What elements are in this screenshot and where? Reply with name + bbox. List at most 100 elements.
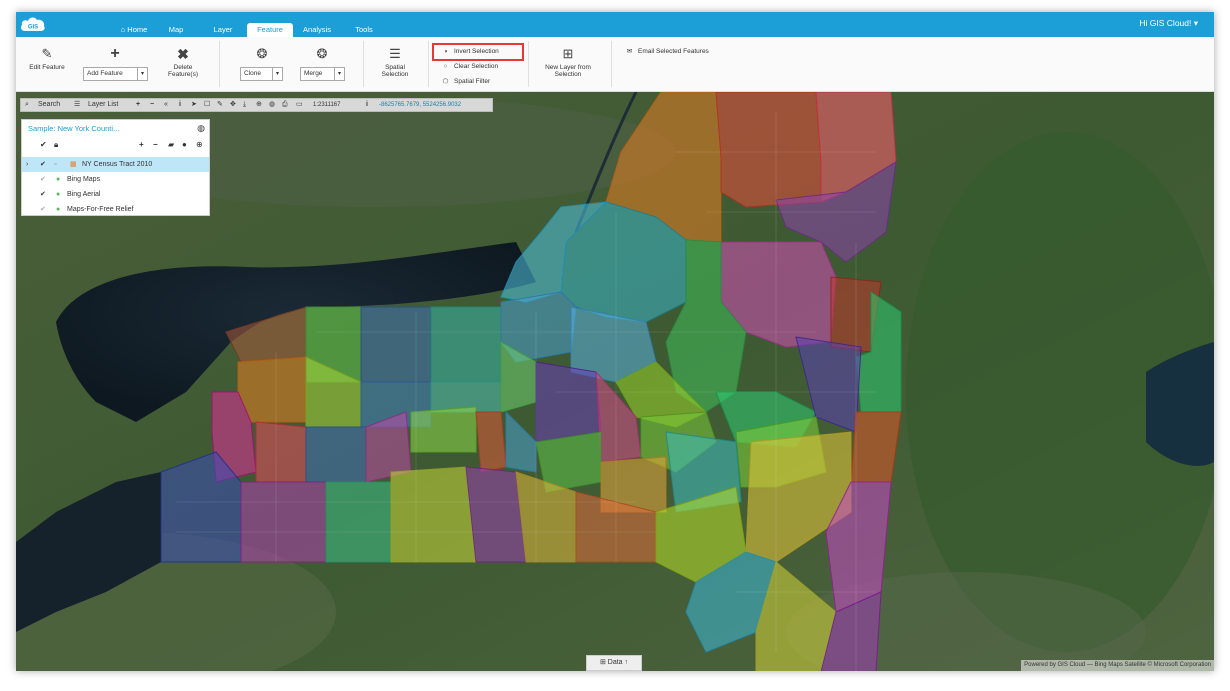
- new-layer-label-2: Selection: [554, 71, 582, 78]
- lock-icon[interactable]: ▫: [54, 157, 56, 172]
- tab-tools-label: Tools: [355, 25, 373, 34]
- measure-icon[interactable]: ✎: [217, 99, 223, 111]
- chevron-right-icon[interactable]: ›: [26, 157, 28, 172]
- clear-selection-button[interactable]: ○ Clear Selection: [440, 61, 499, 73]
- scale-readout: 1:2311167: [313, 102, 341, 108]
- pan-icon[interactable]: ✥: [230, 99, 236, 111]
- delete-feature-button[interactable]: ✖ Delete Feature(s): [160, 47, 206, 78]
- clone-icon-button[interactable]: ❂: [249, 47, 275, 64]
- print-icon[interactable]: ⎙: [282, 99, 288, 111]
- user-icon[interactable]: ●: [182, 140, 187, 149]
- box-select-icon[interactable]: ☐: [204, 99, 210, 111]
- zoom-search-icon[interactable]: ⊕: [256, 99, 262, 111]
- user-menu[interactable]: Hi GIS Cloud! ▾: [1139, 18, 1198, 29]
- tab-home-label: Home: [127, 25, 148, 34]
- divider: [611, 41, 612, 87]
- layer-name: NY Census Tract 2010: [82, 161, 153, 168]
- spatial-filter-button[interactable]: ⬠ Spatial Filter: [440, 76, 490, 88]
- tab-feature[interactable]: Feature: [247, 23, 293, 37]
- server-icon: ☰: [389, 46, 401, 61]
- layer-row-bing-maps[interactable]: ✔ ● Bing Maps: [22, 172, 209, 187]
- tab-layer[interactable]: Layer: [206, 23, 240, 37]
- logo-text: GIS: [28, 25, 38, 31]
- tab-map[interactable]: Map: [161, 23, 191, 37]
- globe-icon[interactable]: ◍: [269, 99, 275, 111]
- list-icon[interactable]: ☰: [74, 99, 80, 111]
- gis-cloud-logo[interactable]: GIS: [20, 15, 46, 32]
- app-window: GIS ⌂ Home Map Layer Feature Analysis To…: [16, 12, 1214, 671]
- checkbox-icon[interactable]: ✔: [40, 202, 46, 217]
- edit-feature-button[interactable]: ✎ Edit Feature: [22, 46, 72, 72]
- add-feature-icon-button[interactable]: +: [102, 45, 128, 64]
- coords-info-icon[interactable]: i: [366, 99, 368, 111]
- pentagon-icon: ⬠: [442, 78, 449, 85]
- download-icon[interactable]: ⤓: [243, 99, 246, 111]
- layer-row-ny-census-tract[interactable]: › ✔ ▫ ▦ NY Census Tract 2010: [22, 157, 209, 172]
- tab-tools[interactable]: Tools: [350, 23, 378, 37]
- basemap-dot-icon: ●: [56, 191, 61, 198]
- zoom-out-icon[interactable]: −: [150, 99, 154, 111]
- zoom-in-icon[interactable]: +: [136, 99, 140, 111]
- circle-icon: ○: [443, 63, 448, 70]
- checkbox-icon[interactable]: ✔: [40, 157, 46, 172]
- divider: [428, 41, 429, 87]
- feature-toolbar: ✎ Edit Feature + Add Feature ▾ ✖ Delete …: [16, 37, 1214, 92]
- layer-row-maps-for-free[interactable]: ✔ ● Maps-For-Free Relief: [22, 202, 209, 217]
- scalebar-icon[interactable]: ▭: [296, 99, 303, 111]
- map-attribution: Powered by GIS Cloud — Bing Maps Satelli…: [1021, 660, 1214, 671]
- email-selected-features-button[interactable]: ✉ Email Selected Features: [624, 46, 709, 58]
- plus-square-icon: ⊞: [562, 46, 574, 61]
- coordinate-readout: -8625765.7679, 5524256.9032: [379, 102, 462, 108]
- folder-icon[interactable]: ▰: [168, 140, 174, 149]
- spatial-selection-label-2: Selection: [381, 71, 409, 78]
- layer-row-bing-aerial[interactable]: ✔ ● Bing Aerial: [22, 187, 209, 202]
- clone-label: Clone: [244, 70, 261, 77]
- project-title[interactable]: Sample: New York Counti...: [28, 124, 119, 133]
- chevron-down-icon: ▾: [272, 68, 282, 80]
- edit-feature-label: Edit Feature: [29, 64, 65, 71]
- tab-home[interactable]: ⌂ Home: [114, 23, 154, 37]
- lock-icon[interactable]: 🔒︎: [54, 140, 58, 150]
- layer-list-button[interactable]: Layer List: [88, 99, 118, 111]
- tab-analysis-label: Analysis: [303, 25, 331, 34]
- edit-icon: ✎: [41, 46, 53, 61]
- email-selected-label: Email Selected Features: [638, 48, 709, 55]
- layer-name: Bing Maps: [67, 176, 101, 183]
- plus-icon: +: [110, 45, 120, 62]
- data-panel-toggle[interactable]: ⊞ Data ↑: [586, 655, 642, 671]
- checkbox-icon[interactable]: ✔: [40, 187, 46, 202]
- map-toolbar: ⌕ Search ☰ Layer List + − « i ➤ ☐ ✎ ✥ ⤓ …: [20, 98, 493, 112]
- check-all-icon[interactable]: ✔: [40, 140, 47, 149]
- clone-dropdown[interactable]: Clone ▾: [240, 67, 283, 81]
- merge-icon-button[interactable]: ❂: [309, 47, 335, 64]
- tab-map-label: Map: [168, 25, 184, 34]
- divider: [363, 41, 364, 87]
- spatial-filter-label: Spatial Filter: [454, 78, 491, 85]
- spatial-selection-button[interactable]: ☰ Spatial Selection: [372, 46, 418, 79]
- add-feature-dropdown[interactable]: Add Feature ▾: [83, 67, 148, 81]
- search-button[interactable]: Search: [38, 99, 60, 111]
- tab-feature-label: Feature: [257, 25, 283, 34]
- layer-name: Maps-For-Free Relief: [67, 206, 134, 213]
- basemap-dot-icon: ●: [56, 206, 61, 213]
- zoom-layer-icon[interactable]: ⊕: [196, 140, 203, 149]
- top-navbar: GIS ⌂ Home Map Layer Feature Analysis To…: [16, 12, 1214, 37]
- pointer-icon[interactable]: ➤: [191, 99, 197, 111]
- arrow-up-icon: ↑: [624, 659, 629, 666]
- back-icon[interactable]: «: [164, 99, 168, 111]
- tab-layer-label: Layer: [213, 25, 233, 34]
- remove-layer-icon[interactable]: −: [153, 140, 158, 149]
- basemap-dot-icon: ●: [56, 176, 61, 183]
- envelope-icon: ✉: [626, 48, 633, 55]
- tab-analysis[interactable]: Analysis: [297, 23, 337, 37]
- highlight-box: [432, 43, 524, 61]
- delete-feature-label-2: Feature(s): [168, 71, 198, 78]
- search-icon[interactable]: ⌕: [25, 99, 29, 111]
- add-layer-icon[interactable]: +: [139, 140, 144, 149]
- add-feature-label: Add Feature: [87, 70, 123, 77]
- merge-dropdown[interactable]: Merge ▾: [300, 67, 345, 81]
- info-icon[interactable]: i: [179, 99, 181, 111]
- globe-icon[interactable]: ◍: [197, 123, 205, 134]
- new-layer-from-selection-button[interactable]: ⊞ New Layer from Selection: [537, 46, 599, 79]
- checkbox-icon[interactable]: ✔: [40, 172, 46, 187]
